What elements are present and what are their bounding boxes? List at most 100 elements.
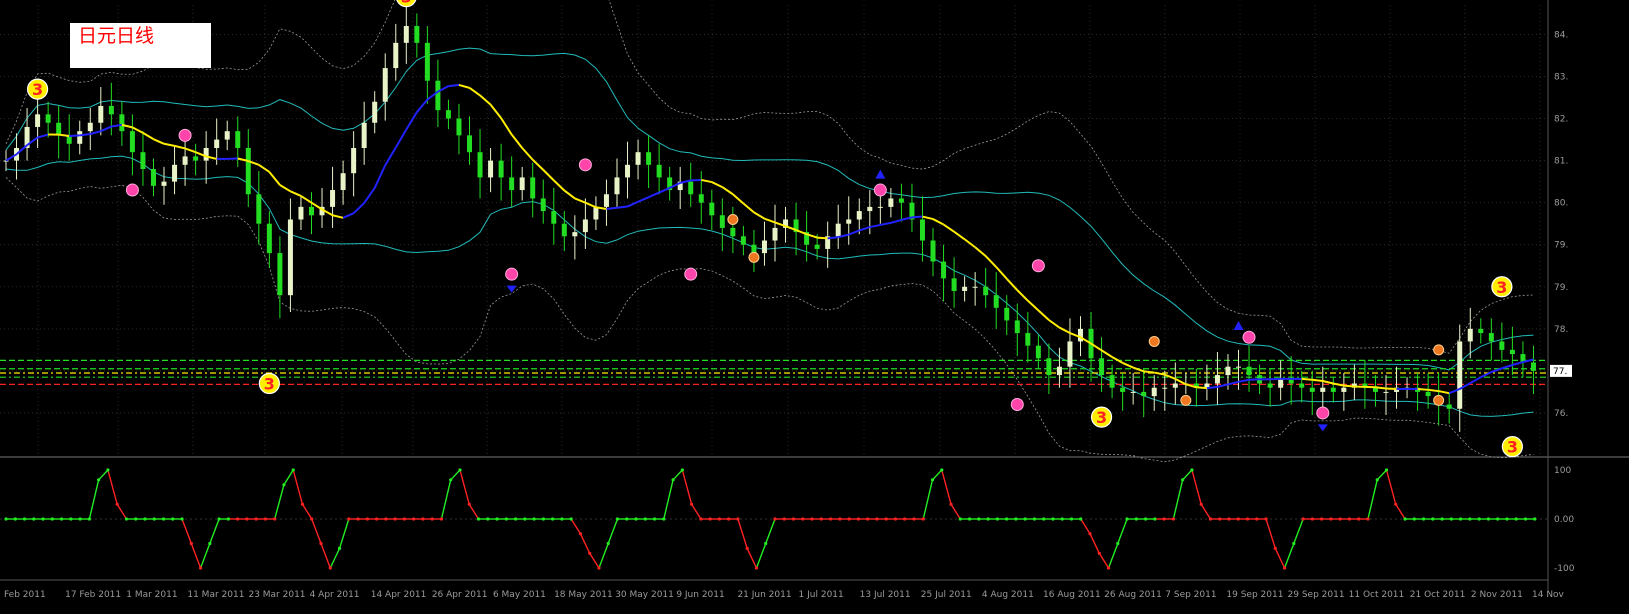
ma-segment xyxy=(575,198,586,202)
candle-body xyxy=(551,211,556,224)
osc-segment xyxy=(451,470,460,480)
osc-point xyxy=(866,517,869,520)
osc-point xyxy=(412,517,415,520)
ma-segment xyxy=(870,225,881,227)
candle-body xyxy=(246,148,251,194)
osc-segment xyxy=(182,519,191,544)
osc-point xyxy=(1440,517,1443,520)
osc-point xyxy=(1088,532,1091,535)
osc-segment xyxy=(340,519,349,548)
osc-point xyxy=(838,517,841,520)
ma-segment xyxy=(891,220,902,223)
osc-point xyxy=(977,517,980,520)
osc-point xyxy=(1385,468,1388,471)
osc-segment xyxy=(571,519,580,534)
osc-point xyxy=(273,517,276,520)
candle-body xyxy=(478,152,483,177)
candle-body xyxy=(1162,388,1167,389)
pink-marker xyxy=(506,268,518,280)
ma-segment xyxy=(1323,381,1334,384)
osc-segment xyxy=(608,519,617,544)
ma-segment xyxy=(1102,350,1113,357)
osc-point xyxy=(1246,517,1249,520)
candle-body xyxy=(1299,384,1304,388)
current-price-label: 77. xyxy=(1553,367,1567,377)
osc-point xyxy=(1014,517,1017,520)
ma-segment xyxy=(90,131,101,134)
osc-point xyxy=(125,517,128,520)
ma-segment xyxy=(259,165,270,172)
ma-segment xyxy=(754,212,765,218)
time-tick-label: 17 Feb 2011 xyxy=(65,590,121,600)
orange-marker xyxy=(1181,395,1191,405)
candle-body xyxy=(636,152,641,165)
ma-segment xyxy=(912,217,923,218)
osc-point xyxy=(1302,517,1305,520)
osc-segment xyxy=(99,470,108,480)
osc-point xyxy=(458,468,461,471)
osc-point xyxy=(653,517,656,520)
osc-point xyxy=(1478,517,1481,520)
ma-segment xyxy=(1017,290,1028,301)
ma-segment xyxy=(659,188,670,193)
candle-body xyxy=(4,161,9,162)
candle-body xyxy=(572,232,577,236)
time-tick-label: 21 Oct 2011 xyxy=(1410,590,1466,600)
ma-segment xyxy=(354,203,365,213)
osc-point xyxy=(4,517,7,520)
three-marker-label: 3 xyxy=(32,80,43,99)
osc-point xyxy=(190,542,193,545)
osc-point xyxy=(227,517,230,520)
ma-segment xyxy=(828,237,839,238)
price-tick-label: 80. xyxy=(1554,199,1568,209)
ma-segment xyxy=(364,188,375,203)
candle-body xyxy=(604,194,609,207)
time-tick-label: 13 Jul 2011 xyxy=(860,590,911,600)
osc-point xyxy=(217,517,220,520)
osc-point xyxy=(996,517,999,520)
ma-segment xyxy=(922,217,933,220)
candle-body xyxy=(330,190,335,207)
candle-body xyxy=(1078,329,1083,342)
ma-segment xyxy=(153,139,164,144)
osc-point xyxy=(607,542,610,545)
osc-segment xyxy=(599,544,608,569)
candle-body xyxy=(983,287,988,295)
candle-body xyxy=(162,182,167,186)
price-tick-label: 82. xyxy=(1554,115,1568,125)
osc-segment xyxy=(1081,519,1090,534)
blue-arrow-marker xyxy=(1318,424,1328,431)
osc-point xyxy=(245,517,248,520)
osc-point xyxy=(449,478,452,481)
osc-point xyxy=(1190,468,1193,471)
osc-point xyxy=(171,517,174,520)
osc-point xyxy=(1079,517,1082,520)
candle-body xyxy=(952,278,957,291)
osc-point xyxy=(1264,517,1267,520)
ma-segment xyxy=(290,191,301,196)
ma-segment xyxy=(743,204,754,213)
osc-segment xyxy=(275,485,284,519)
band-inner-upper xyxy=(6,48,1534,370)
osc-segment xyxy=(933,470,942,480)
osc-segment xyxy=(923,480,932,519)
ma-segment xyxy=(1049,320,1060,328)
osc-segment xyxy=(1396,504,1405,519)
osc-point xyxy=(1042,517,1045,520)
ma-segment xyxy=(1502,365,1513,368)
ma-segment xyxy=(1196,387,1207,388)
ma-segment xyxy=(722,187,733,194)
candle-body xyxy=(341,173,346,190)
osc-point xyxy=(292,468,295,471)
osc-point xyxy=(709,517,712,520)
ma-segment xyxy=(1239,380,1250,382)
candle-body xyxy=(878,207,883,208)
candle-body xyxy=(973,287,978,288)
candle-body xyxy=(298,207,303,220)
osc-segment xyxy=(756,544,765,569)
title-box: 日元日线 xyxy=(70,23,211,68)
osc-segment xyxy=(1109,544,1118,569)
osc-point xyxy=(116,503,119,506)
ma-segment xyxy=(585,203,596,208)
ma-segment xyxy=(533,160,544,170)
